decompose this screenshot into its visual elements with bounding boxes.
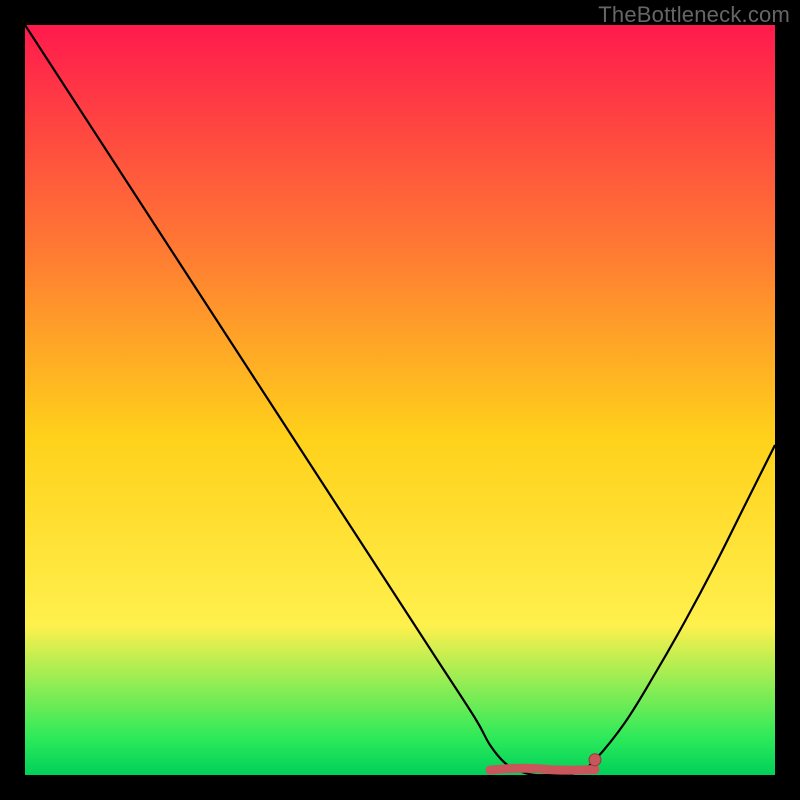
plot-area <box>25 25 775 775</box>
chart-svg <box>25 25 775 775</box>
chart-stage: TheBottleneck.com <box>0 0 800 800</box>
watermark-text: TheBottleneck.com <box>598 2 790 28</box>
marker-dot <box>589 754 601 766</box>
sweet-spot-segment <box>490 768 595 770</box>
